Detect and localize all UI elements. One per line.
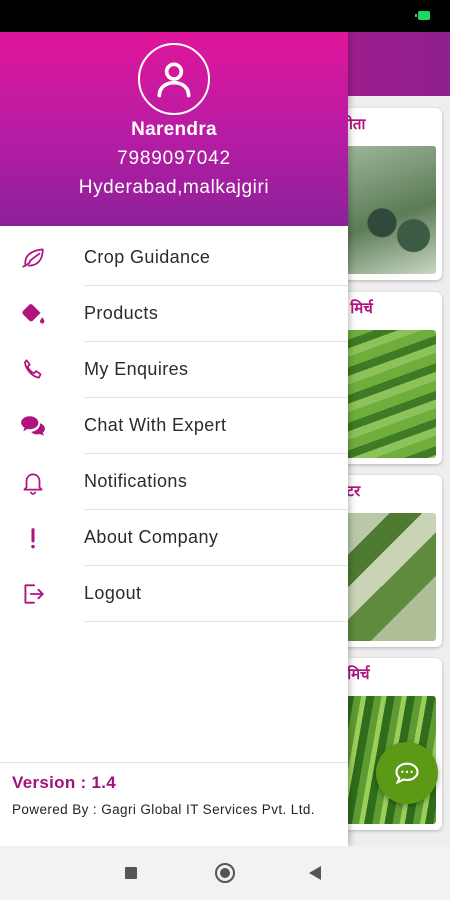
- back-icon[interactable]: [309, 866, 321, 880]
- menu-item-my-enquires[interactable]: My Enquires: [0, 342, 348, 398]
- drawer-header: Narendra 7989097042 Hyderabad,malkajgiri: [0, 32, 348, 226]
- menu-item-crop-guidance[interactable]: Crop Guidance: [0, 230, 348, 286]
- drawer-footer: Version : 1.4 Powered By : Gagri Global …: [0, 762, 348, 846]
- user-phone: 7989097042: [117, 148, 231, 169]
- menu-item-logout[interactable]: Logout: [0, 566, 348, 622]
- menu-item-chat-with-expert[interactable]: Chat With Expert: [0, 398, 348, 454]
- divider: [84, 621, 348, 622]
- crop-card[interactable]: पपीता: [338, 108, 442, 280]
- chat-icon: [395, 762, 419, 785]
- drawer-menu: Crop Guidance Products My Enquires Chat …: [0, 230, 348, 622]
- paint-bucket-icon: [19, 300, 47, 328]
- crop-card[interactable]: हरी मिर्च: [338, 658, 442, 830]
- menu-item-products[interactable]: Products: [0, 286, 348, 342]
- home-icon[interactable]: [215, 863, 235, 883]
- menu-item-label: Logout: [84, 583, 142, 603]
- crop-card[interactable]: टमाटर: [338, 475, 442, 647]
- crop-card[interactable]: शिमला मिर्च: [338, 292, 442, 464]
- status-bar: [0, 0, 450, 32]
- menu-item-notifications[interactable]: Notifications: [0, 454, 348, 510]
- phone-icon: [19, 356, 47, 384]
- crop-image: [346, 146, 436, 274]
- exclamation-icon: [19, 524, 47, 552]
- menu-item-label: About Company: [84, 527, 219, 547]
- avatar[interactable]: [138, 43, 210, 115]
- logout-icon: [19, 580, 47, 608]
- chat-fab-button[interactable]: [376, 742, 438, 804]
- battery-icon: [415, 11, 430, 20]
- system-nav-bar: [0, 846, 450, 900]
- menu-item-label: Products: [84, 303, 159, 323]
- crop-image: [346, 330, 436, 458]
- leaf-icon: [19, 244, 47, 272]
- user-name: Narendra: [131, 119, 217, 140]
- chat-bubbles-icon: [19, 412, 47, 440]
- version-label: Version : 1.4: [12, 773, 117, 792]
- user-location: Hyderabad,malkajgiri: [78, 177, 270, 198]
- navigation-drawer: Narendra 7989097042 Hyderabad,malkajgiri…: [0, 32, 348, 846]
- menu-item-label: Crop Guidance: [84, 247, 211, 267]
- menu-item-label: Notifications: [84, 471, 188, 491]
- menu-item-label: My Enquires: [84, 359, 189, 379]
- user-icon: [157, 62, 191, 98]
- menu-item-label: Chat With Expert: [84, 415, 227, 435]
- menu-item-about-company[interactable]: About Company: [0, 510, 348, 566]
- powered-by-label: Powered By : Gagri Global IT Services Pv…: [12, 802, 315, 817]
- bell-icon: [19, 468, 47, 496]
- crop-image: [346, 513, 436, 641]
- recent-apps-icon[interactable]: [125, 867, 137, 879]
